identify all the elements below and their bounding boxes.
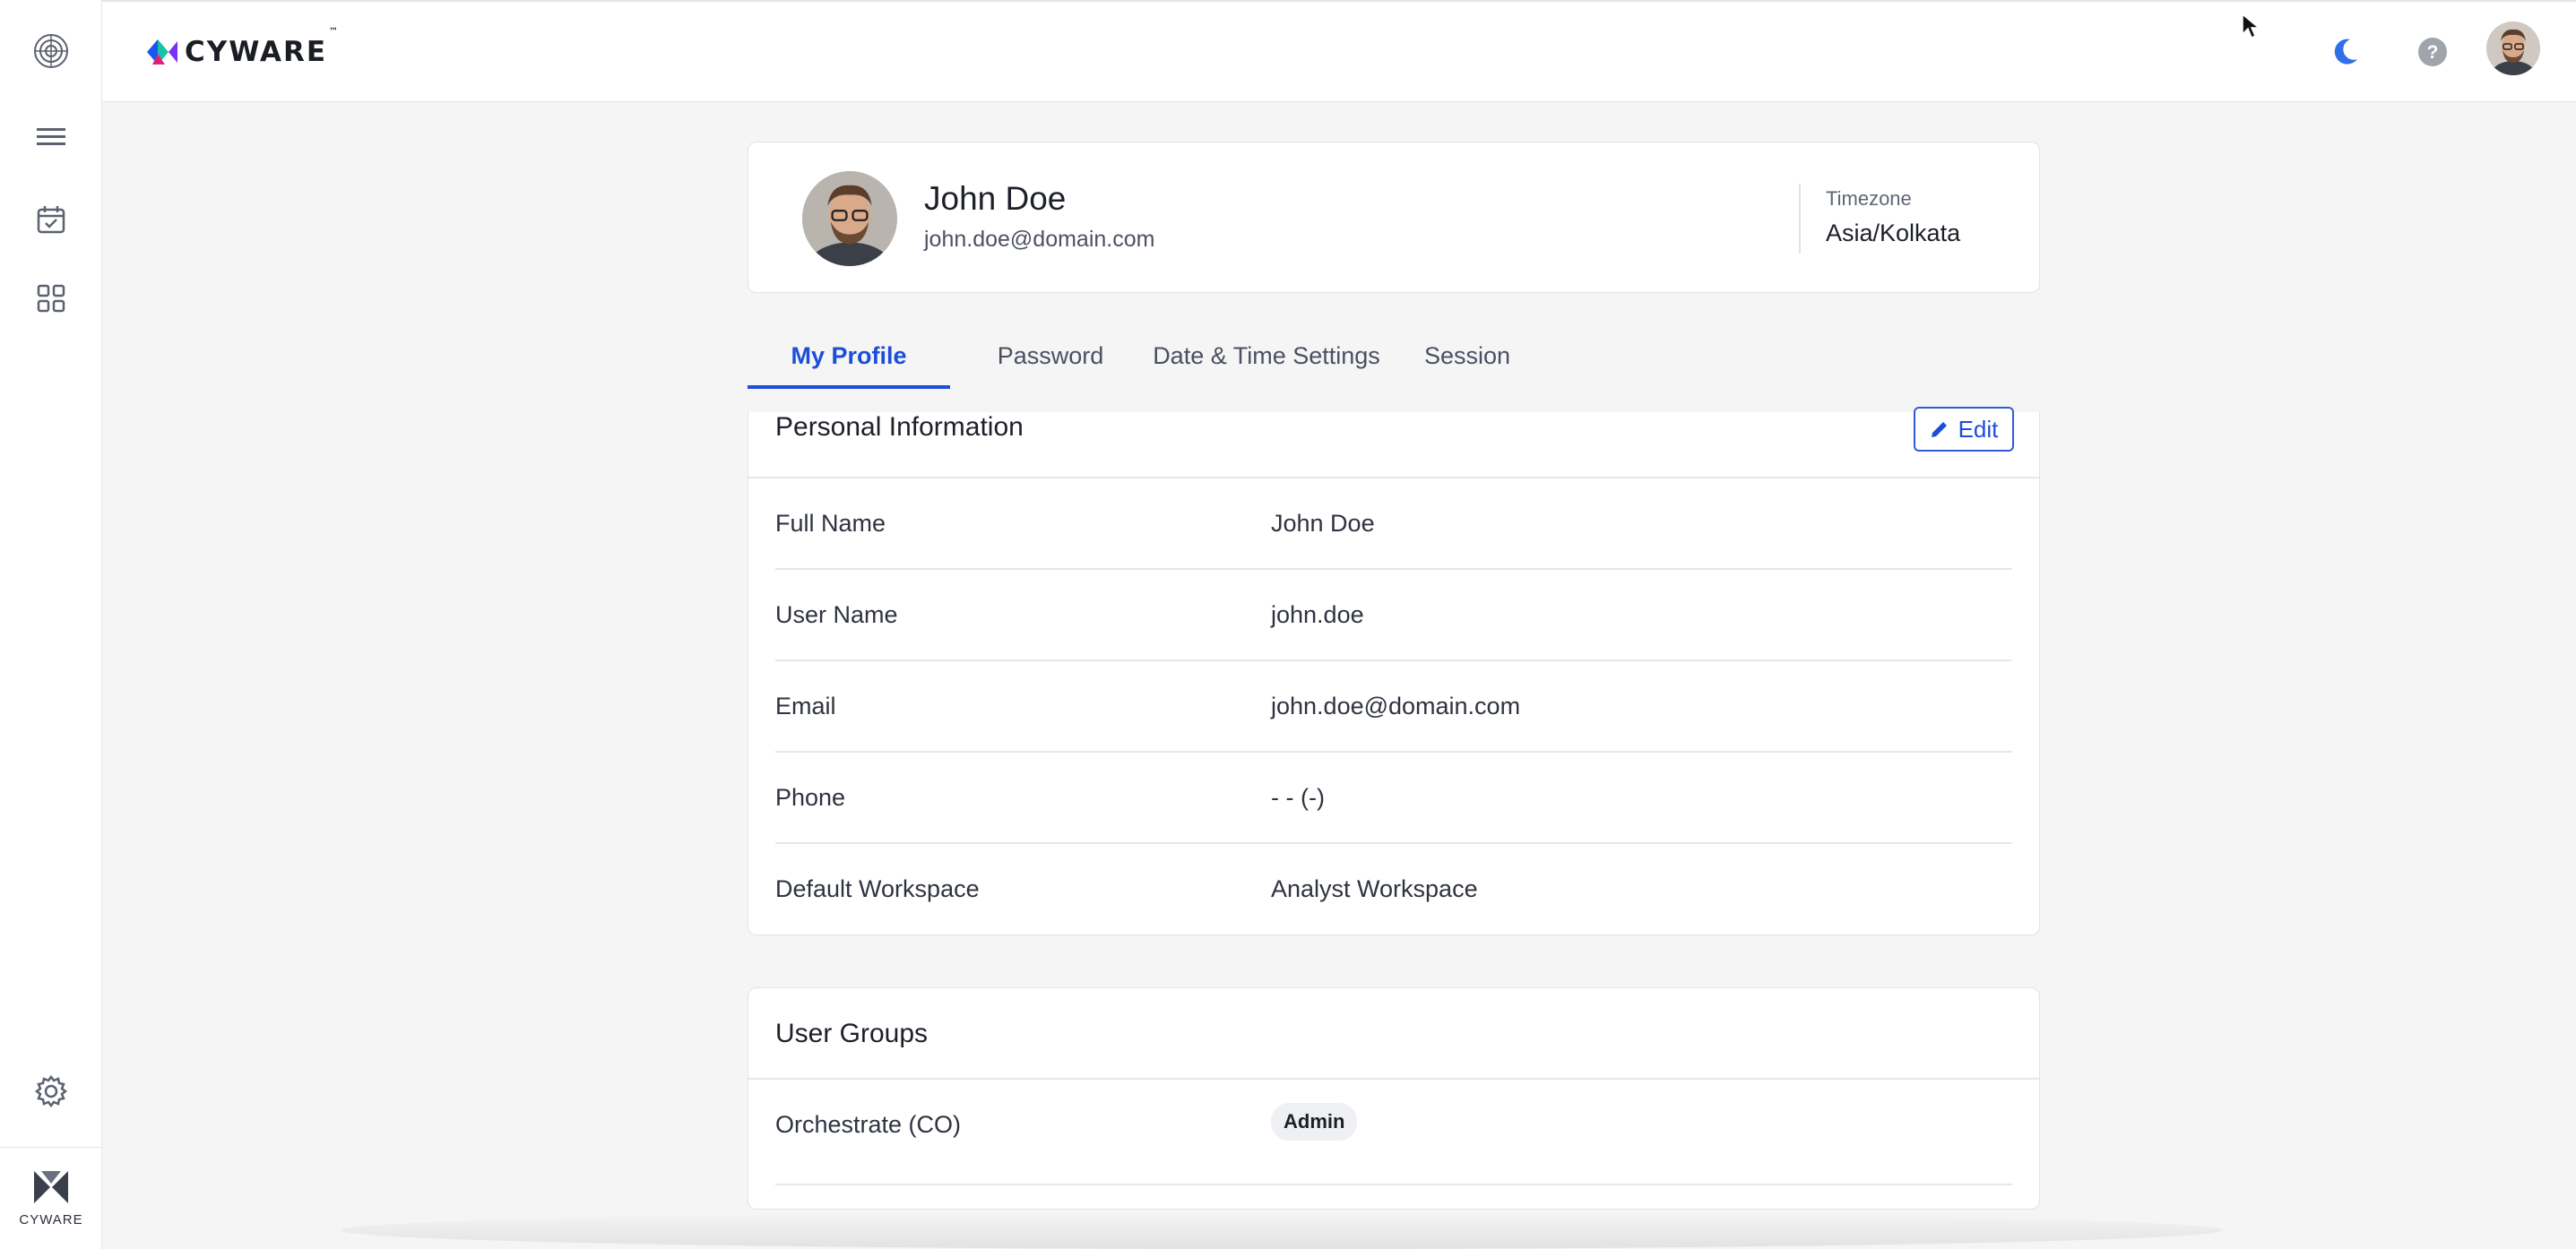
grid-icon[interactable] [0, 267, 102, 330]
info-row-phone: Phone - - (-) [775, 753, 2012, 844]
field-value: John Doe [1271, 509, 1375, 537]
left-sidebar: CYWARE [0, 0, 102, 1249]
logo-text: CYWARE™ [185, 27, 341, 68]
field-label: Email [775, 692, 836, 719]
calendar-check-icon[interactable] [0, 188, 102, 251]
field-label: Phone [775, 783, 846, 811]
info-row-email: Email john.doe@domain.com [775, 661, 2012, 753]
profile-email: john.doe@domain.com [924, 227, 1155, 252]
field-value: john.doe [1271, 600, 1364, 628]
profile-name: John Doe [924, 180, 1067, 217]
info-row-user-name: User Name john.doe [775, 570, 2012, 661]
radar-icon[interactable] [0, 20, 102, 82]
divider [775, 1184, 2012, 1185]
group-label: Orchestrate (CO) [775, 1110, 962, 1138]
cyware-logo[interactable]: CYWARE™ [145, 27, 341, 68]
personal-information-card: Personal Information Edit Full Name John… [748, 407, 2040, 935]
gear-icon[interactable] [0, 1060, 102, 1123]
field-label: User Name [775, 600, 898, 628]
timezone-label: Timezone [1826, 187, 1912, 210]
cyware-mark-icon [34, 1171, 68, 1203]
info-row-full-name: Full Name John Doe [775, 478, 2012, 570]
moon-icon[interactable] [2320, 27, 2370, 77]
tab-password[interactable]: Password [991, 323, 1110, 389]
rail-brand-text: CYWARE [19, 1212, 83, 1227]
svg-text:?: ? [2427, 42, 2439, 63]
profile-avatar [802, 171, 897, 266]
divider [1799, 184, 1801, 254]
tab-date-time-settings[interactable]: Date & Time Settings [1151, 323, 1382, 389]
tab-my-profile[interactable]: My Profile [748, 323, 950, 389]
pencil-icon [1931, 422, 1947, 437]
personal-information-title: Personal Information [775, 412, 1024, 442]
menu-icon[interactable] [0, 106, 102, 168]
profile-tabs: My Profile Password Date & Time Settings… [748, 323, 1644, 389]
info-row-default-workspace: Default Workspace Analyst Workspace [775, 844, 2012, 935]
field-value: Analyst Workspace [1271, 874, 1478, 902]
edit-button[interactable]: Edit [1914, 407, 2014, 452]
mouse-cursor-icon [2241, 13, 2261, 44]
role-badge: Admin [1271, 1103, 1358, 1141]
user-groups-card: User Groups Orchestrate (CO) Admin [748, 987, 2040, 1210]
cyware-logo-icon [147, 39, 177, 65]
edit-label: Edit [1958, 415, 1999, 443]
profile-summary-card: John Doe john.doe@domain.com Timezone As… [748, 142, 2040, 293]
user-avatar[interactable] [2486, 22, 2540, 75]
tab-session[interactable]: Session [1422, 323, 1513, 389]
field-value: - - (-) [1271, 783, 1325, 811]
top-bar: CYWARE™ ? [102, 0, 2576, 102]
group-row: Orchestrate (CO) Admin [775, 1080, 2012, 1185]
field-label: Full Name [775, 509, 886, 537]
help-icon[interactable]: ? [2407, 27, 2458, 77]
user-groups-title: User Groups [775, 1019, 929, 1048]
scroll-shadow [341, 1211, 2223, 1249]
rail-brand: CYWARE [0, 1147, 102, 1249]
timezone-value: Asia/Kolkata [1826, 220, 1961, 246]
field-label: Default Workspace [775, 874, 980, 902]
field-value: john.doe@domain.com [1271, 692, 1521, 719]
